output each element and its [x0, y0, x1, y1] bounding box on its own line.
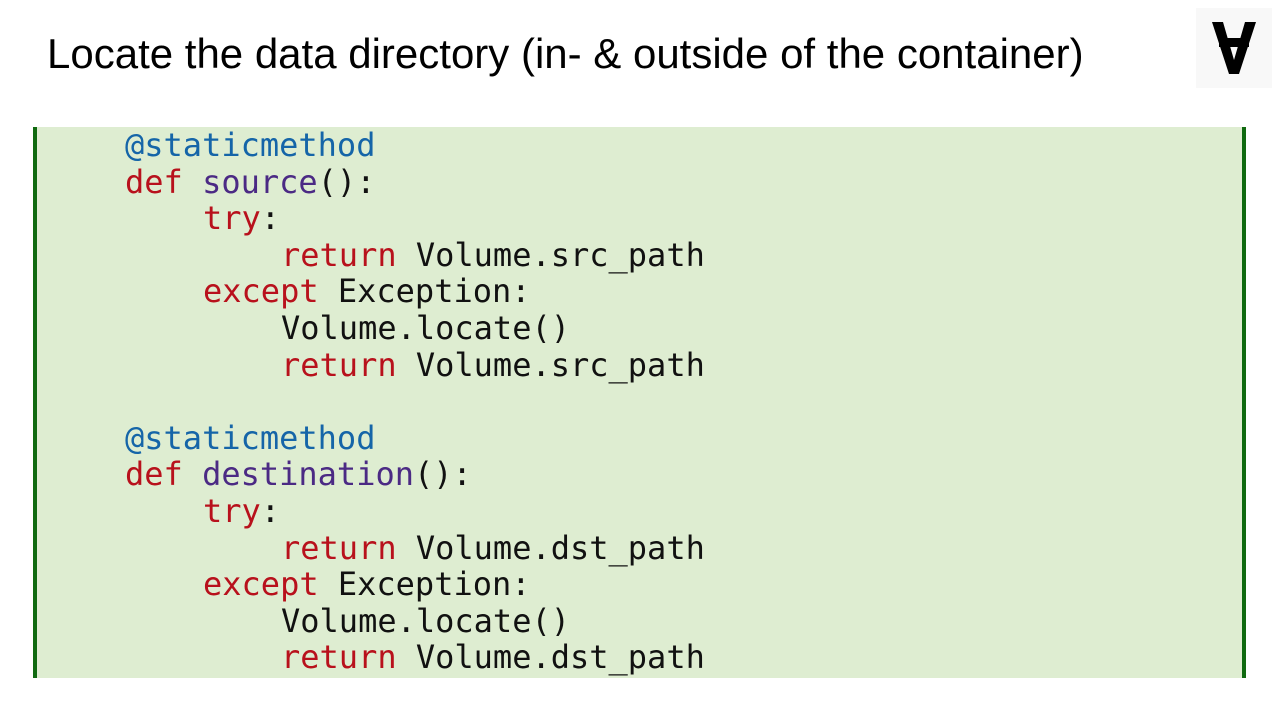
code-line: def destination():	[125, 456, 472, 493]
code-line: return Volume.dst_path	[281, 639, 705, 676]
expression-token: Exception:	[337, 565, 531, 604]
expression-token: Volume.locate()	[281, 601, 570, 640]
decorator-token: @staticmethod	[125, 418, 376, 457]
function-name-token: source	[202, 162, 318, 201]
punctuation-token: :	[260, 199, 281, 238]
slide-title: Locate the data directory (in- & outside…	[47, 30, 1084, 77]
punctuation-token: ():	[413, 455, 472, 494]
expression-token: Volume.dst_path	[415, 638, 705, 677]
function-name-token: destination	[202, 455, 414, 494]
keyword-token: except	[203, 565, 319, 604]
keyword-token: return	[281, 528, 397, 567]
expression-token: Volume.src_path	[415, 235, 705, 274]
punctuation-token: :	[260, 492, 281, 530]
keyword-token: return	[281, 638, 397, 677]
code-line: except Exception:	[203, 566, 531, 603]
expression-token: Volume.src_path	[415, 345, 705, 384]
code-line: return Volume.src_path	[281, 345, 705, 384]
expression-token: Exception:	[337, 272, 531, 311]
code-line: Volume.locate()	[281, 601, 570, 640]
punctuation-token: ():	[317, 162, 376, 201]
code-line: return Volume.dst_path	[281, 528, 705, 567]
code-line: def source():	[125, 162, 376, 201]
code-line: return Volume.src_path	[281, 235, 705, 274]
for-all-symbol-icon	[1212, 22, 1256, 74]
keyword-token: def	[125, 455, 183, 494]
expression-token: Volume.dst_path	[415, 528, 705, 567]
code-line: except Exception:	[203, 273, 531, 310]
keyword-token: return	[281, 345, 397, 384]
expression-token: Volume.locate()	[281, 309, 570, 347]
keyword-token: return	[281, 235, 397, 274]
logo	[1196, 8, 1272, 88]
code-line: Volume.locate()	[281, 310, 570, 347]
code-line: @staticmethod	[125, 127, 375, 164]
code-line: try:	[203, 493, 280, 530]
keyword-token: try	[203, 199, 261, 238]
code-panel: @staticmethod def source(): try: return …	[33, 127, 1246, 678]
keyword-token: except	[203, 272, 319, 311]
keyword-token: def	[125, 162, 183, 201]
code-line: try:	[203, 200, 280, 237]
decorator-token: @staticmethod	[125, 126, 376, 164]
keyword-token: try	[203, 492, 261, 530]
code-line: @staticmethod	[125, 418, 376, 457]
